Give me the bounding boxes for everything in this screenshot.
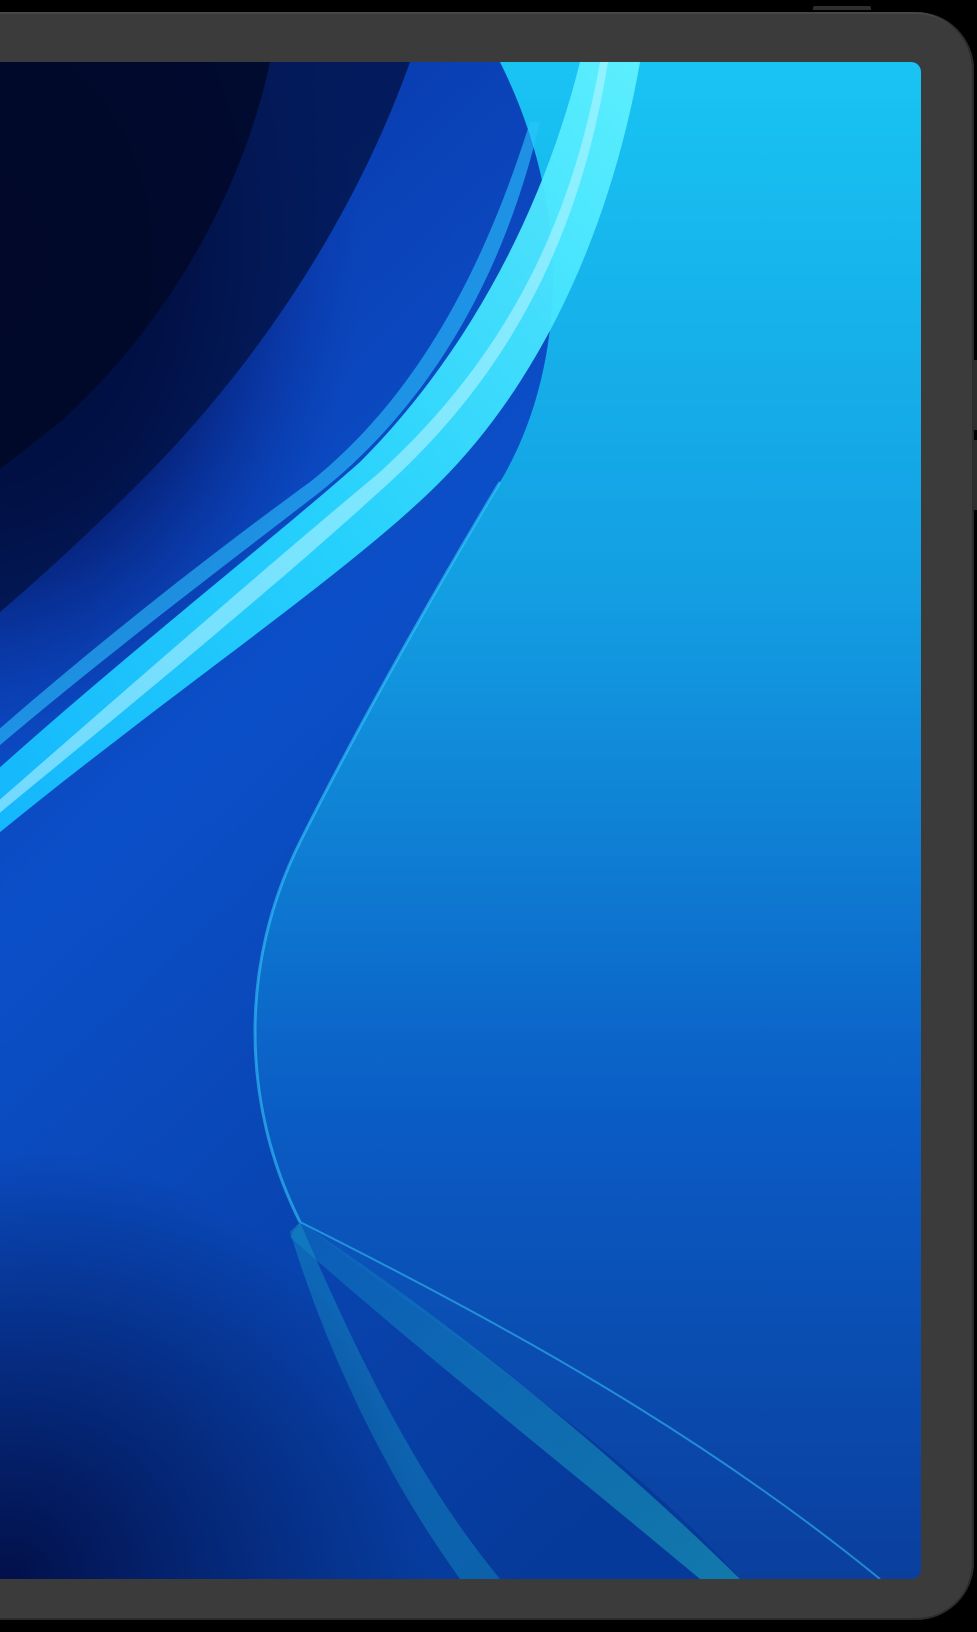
volume-down-button bbox=[973, 440, 977, 510]
power-button bbox=[813, 6, 871, 10]
tablet-screen bbox=[0, 62, 921, 1579]
screenshot-canvas bbox=[0, 0, 977, 1632]
wallpaper bbox=[0, 62, 921, 1579]
volume-up-button bbox=[973, 360, 977, 430]
